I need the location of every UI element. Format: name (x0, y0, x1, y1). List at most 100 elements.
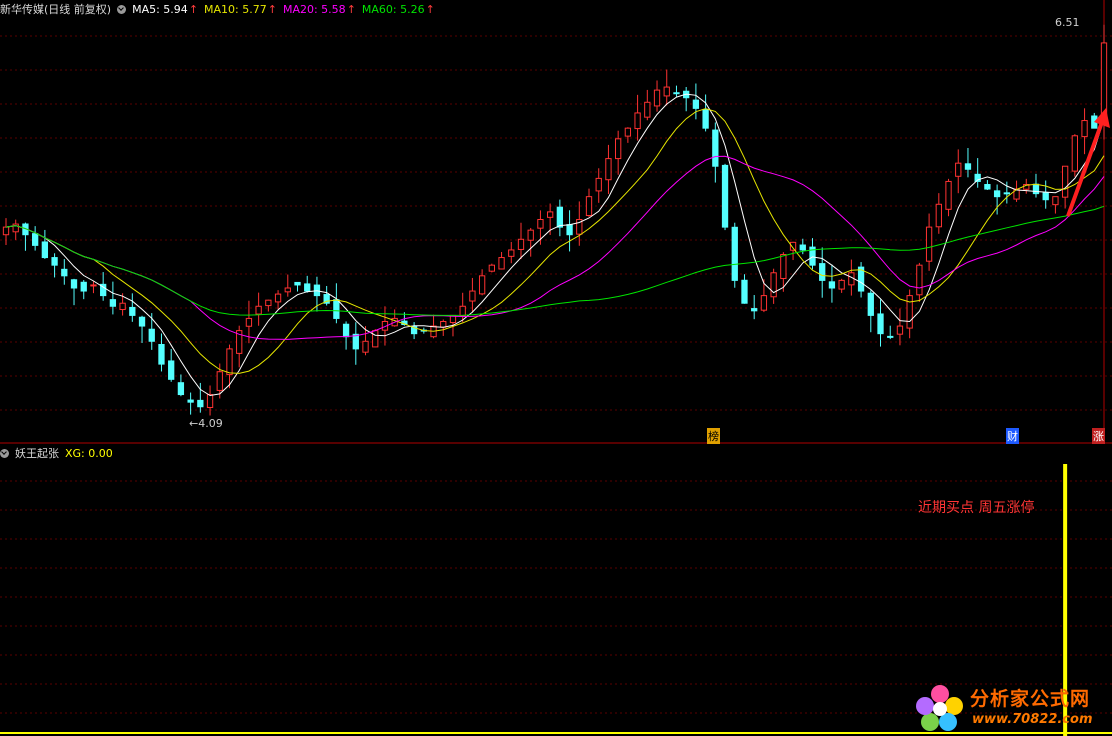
indicator-header: 妖王起张 XG: 0.00 (0, 445, 113, 461)
xg-value: XG: 0.00 (65, 446, 113, 460)
candle-body (838, 279, 845, 290)
candle-body (274, 293, 282, 303)
candle-body (294, 281, 301, 286)
candle-body (342, 323, 350, 338)
candle-body (440, 320, 447, 328)
buy-point-annotation: 近期买点 周五涨停 (918, 500, 1035, 516)
candle-body (255, 305, 262, 315)
ma20-legend: MA20: 5.58↑ (282, 2, 356, 16)
candle-body (41, 241, 49, 259)
candle-body (721, 164, 729, 228)
settings-chevron-icon[interactable] (117, 4, 127, 14)
watermark-title: 分析家公式网 (970, 688, 1091, 710)
candle-body (498, 257, 505, 270)
candle-body (702, 109, 709, 129)
candle-body (993, 190, 1001, 198)
ma5-legend: MA5: 5.94↑ (132, 2, 199, 16)
candle-body (226, 348, 233, 376)
candle-body (916, 264, 923, 296)
candle-body (741, 279, 748, 304)
candle-body (780, 254, 787, 279)
candle-body (935, 203, 942, 228)
candle-body (955, 162, 962, 177)
candle-body (945, 180, 952, 210)
candle-body (712, 129, 719, 167)
candle-body (828, 281, 836, 289)
main-chart-canvas[interactable] (0, 0, 1112, 736)
candle-body (459, 305, 466, 317)
candle-body (663, 86, 670, 97)
candle-body (566, 224, 573, 236)
candle-body (148, 328, 155, 342)
candle-body (51, 257, 58, 266)
candle-body (1081, 120, 1088, 138)
candle-body (925, 226, 933, 262)
candle-body (1052, 196, 1059, 206)
stock-title[interactable]: 新华传媒(日线 前复权) (0, 1, 111, 17)
candle-body (508, 249, 515, 257)
candle-body (605, 158, 612, 181)
candle-body (158, 343, 165, 365)
candle-body (1003, 192, 1010, 195)
candle-body (177, 382, 185, 396)
candle-body (877, 313, 884, 335)
candle-body (129, 306, 136, 316)
candle-body (245, 317, 253, 327)
watermark: 分析家公式网 www.70822.com (912, 680, 1112, 736)
candle-body (488, 264, 495, 272)
candle-body (187, 399, 194, 403)
high-price-label: 6.51 (1055, 16, 1080, 29)
candle-body (1061, 165, 1069, 198)
candle-body (216, 371, 223, 391)
candle-body (517, 238, 525, 250)
candle-body (692, 99, 700, 109)
zhang-marker[interactable]: 涨 (1092, 428, 1105, 444)
candle-body (673, 92, 680, 95)
candle-body (537, 219, 544, 229)
candle-body (731, 226, 738, 281)
ma10-line (5, 108, 1105, 374)
main-chart-header: 新华传媒(日线 前复权) MA5: 5.94↑ MA10: 5.77↑ MA20… (0, 1, 435, 17)
candle-body (615, 138, 622, 160)
candle-body (80, 281, 87, 292)
candle-body (206, 394, 214, 408)
candle-body (585, 196, 593, 216)
candle-body (653, 89, 661, 107)
cai-marker[interactable]: 财 (1006, 428, 1019, 444)
candle-body (556, 206, 564, 228)
candle-body (799, 244, 806, 251)
candle-body (119, 302, 126, 311)
indicator-name[interactable]: 妖王起张 (15, 445, 59, 461)
candle-body (770, 272, 777, 298)
candle-body (61, 268, 68, 277)
candle-body (906, 295, 913, 329)
candle-body (109, 299, 117, 307)
candle-body (1071, 135, 1078, 172)
candle-body (32, 233, 39, 246)
candle-body (138, 316, 146, 327)
candle-body (751, 308, 758, 312)
candle-body (362, 340, 369, 353)
candle-body (896, 325, 904, 335)
candle-body (352, 333, 359, 350)
candle-body (595, 177, 602, 192)
candle-body (1032, 183, 1040, 195)
candle-body (964, 163, 972, 170)
candle-body (527, 229, 534, 241)
flower-logo-icon (916, 685, 963, 731)
indicator-chevron-icon[interactable] (0, 448, 9, 458)
candle-body (644, 101, 651, 118)
candle-body (478, 275, 486, 295)
candle-body (372, 330, 379, 348)
candle-body (867, 292, 874, 316)
candle-body (887, 335, 894, 338)
candle-body (984, 184, 991, 190)
candle-body (2, 226, 10, 236)
candle-body (70, 279, 78, 289)
candle-body (819, 263, 826, 281)
candle-body (624, 127, 632, 137)
candle-body (197, 399, 204, 408)
candle-body (284, 287, 291, 293)
bang-marker[interactable]: 榜 (707, 428, 720, 444)
candle-body (634, 112, 641, 130)
